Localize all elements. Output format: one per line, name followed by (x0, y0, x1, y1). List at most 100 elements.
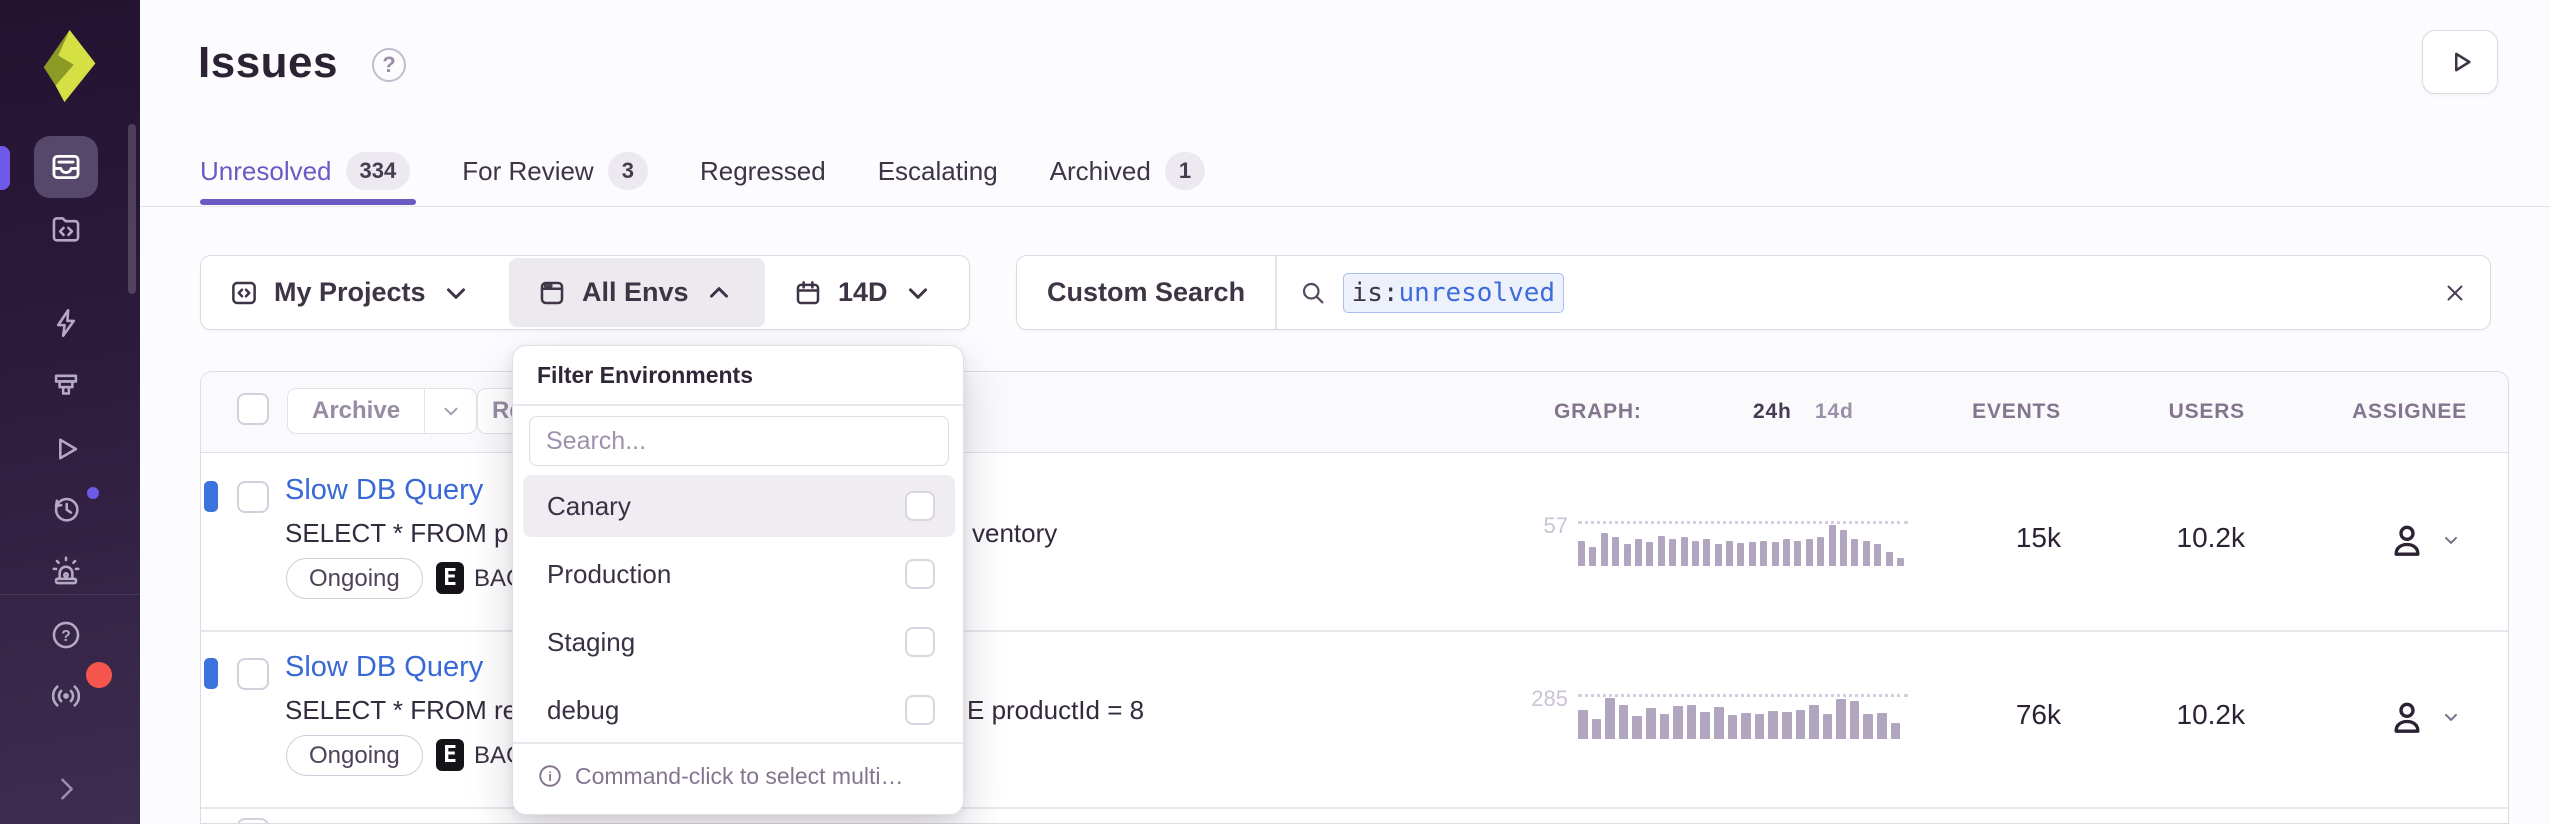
env-option-canary[interactable]: Canary (523, 475, 955, 537)
tabs-divider (140, 206, 2550, 207)
env-checkbox-staging[interactable] (905, 627, 935, 657)
issue-checkbox[interactable] (237, 481, 269, 513)
env-option-production[interactable]: Production (523, 543, 955, 605)
chevron-down-icon (903, 278, 933, 308)
sidebar-active-accent (0, 146, 10, 190)
env-option-debug[interactable]: debug (523, 679, 955, 741)
events-count: 76k (1941, 699, 2061, 731)
env-option-staging[interactable]: Staging (523, 611, 955, 673)
environment-search-input[interactable] (529, 416, 949, 466)
history-notification-dot (84, 484, 102, 502)
sidebar-item-help[interactable]: ? (48, 617, 84, 653)
issue-sparkline-graph (1578, 698, 1908, 739)
sidebar-item-history[interactable] (48, 491, 84, 527)
environment-dropdown: Filter Environments Canary Production St… (512, 345, 964, 815)
tab-unresolved-count: 334 (346, 152, 411, 190)
issue-state-tabs: Unresolved 334 For Review 3 Regressed Es… (200, 150, 1205, 192)
sparkline-bars (1578, 698, 1908, 739)
assignee-avatar-icon (2387, 697, 2427, 737)
sidebar-item-performance[interactable] (48, 305, 84, 341)
sparkline-bars (1578, 525, 1908, 566)
issue-checkbox[interactable] (237, 658, 269, 690)
sidebar-item-issues[interactable] (48, 149, 84, 185)
users-count: 10.2k (2131, 699, 2245, 731)
funnel-stack-icon (49, 368, 83, 402)
whats-new-notification-dot (86, 662, 112, 688)
dropdown-hint: i Command-click to select multi… (537, 750, 903, 802)
env-checkbox-debug[interactable] (905, 695, 935, 725)
help-icon: ? (49, 618, 83, 652)
issue-checkbox[interactable] (237, 818, 269, 824)
play-icon (2445, 47, 2475, 77)
tab-escalating[interactable]: Escalating (878, 156, 998, 187)
custom-search-button[interactable]: Custom Search (1017, 256, 1275, 329)
unread-indicator (204, 481, 218, 512)
tab-for-review[interactable]: For Review 3 (462, 152, 648, 190)
sidebar-collapse-button[interactable] (48, 771, 84, 807)
sidebar-item-explore[interactable] (48, 211, 84, 247)
chevron-up-icon (704, 278, 734, 308)
search-input[interactable] (1580, 277, 2426, 308)
sidebar-item-whats-new[interactable] (48, 678, 84, 714)
assignee-selector[interactable] (2387, 697, 2461, 737)
issue-title-link[interactable]: Slow DB Query (285, 651, 483, 684)
svg-text:?: ? (61, 628, 71, 645)
search-token-is-unresolved[interactable]: is:unresolved (1343, 273, 1565, 313)
issue-culprit-suffix: E productId = 8 (967, 695, 1144, 726)
tab-archived[interactable]: Archived 1 (1050, 152, 1205, 190)
code-folder-icon (49, 212, 83, 246)
issues-icon (49, 150, 83, 184)
chevron-down-icon (440, 400, 462, 422)
assignee-selector[interactable] (2387, 520, 2461, 560)
info-icon: i (537, 763, 563, 789)
issue-culprit-suffix: ventory (972, 518, 1057, 549)
issue-search-field[interactable]: is:unresolved (1277, 256, 2490, 329)
issue-title-link[interactable]: Slow DB Query (285, 474, 483, 507)
replay-tour-button[interactable] (2422, 30, 2498, 94)
search-clear-button[interactable] (2442, 280, 2468, 306)
project-code-icon (229, 278, 259, 308)
issue-culprit-prefix: SELECT * FROM p (285, 518, 508, 549)
assignee-avatar-icon (2387, 520, 2427, 560)
sidebar-scrollbar[interactable] (128, 124, 136, 294)
tab-regressed[interactable]: Regressed (700, 156, 826, 187)
sidebar-item-alerts[interactable] (48, 553, 84, 589)
chevron-right-icon (49, 772, 83, 806)
sidebar-divider (0, 594, 140, 595)
chevron-down-icon (2441, 707, 2461, 727)
status-badge: Ongoing (286, 558, 423, 599)
dropdown-title: Filter Environments (537, 362, 753, 389)
graph-range-24h[interactable]: 24h (1753, 400, 1792, 424)
issues-page: ? Issues ? Unresolved 334 (0, 0, 2550, 824)
graph-max-label: 285 (1491, 686, 1568, 712)
graph-range-14d[interactable]: 14d (1815, 400, 1854, 424)
sidebar-item-stats[interactable] (48, 367, 84, 403)
select-all-checkbox[interactable] (237, 393, 269, 425)
page-filter-bar: My Projects All Envs 14D (200, 255, 970, 330)
env-checkbox-canary[interactable] (905, 491, 935, 521)
archive-dropdown-toggle[interactable] (424, 389, 476, 433)
sidebar-item-replays[interactable] (48, 431, 84, 467)
tab-unresolved[interactable]: Unresolved 334 (200, 152, 410, 190)
dropdown-divider (513, 404, 963, 406)
environment-window-icon (537, 278, 567, 308)
status-badge: Ongoing (286, 735, 423, 776)
sidebar: ? (0, 0, 140, 824)
archive-split-button[interactable]: Archive (287, 388, 477, 434)
issue-sparkline-graph (1578, 525, 1908, 566)
environment-filter-button[interactable]: All Envs (509, 258, 765, 327)
date-range-filter-button[interactable]: 14D (765, 256, 965, 329)
lightning-icon (49, 306, 83, 340)
search-bar: Custom Search is:unresolved (1016, 255, 2491, 330)
env-checkbox-production[interactable] (905, 559, 935, 589)
siren-icon (49, 554, 83, 588)
title-help-icon[interactable]: ? (372, 48, 406, 82)
sentry-logo[interactable] (36, 26, 98, 106)
column-users: USERS (2121, 400, 2245, 424)
active-tab-underline (200, 199, 416, 205)
clock-history-icon (49, 492, 83, 526)
project-filter-button[interactable]: My Projects (201, 256, 509, 329)
column-graph: GRAPH: (1554, 400, 1642, 424)
page-title: Issues (198, 38, 338, 88)
users-count: 10.2k (2131, 522, 2245, 554)
